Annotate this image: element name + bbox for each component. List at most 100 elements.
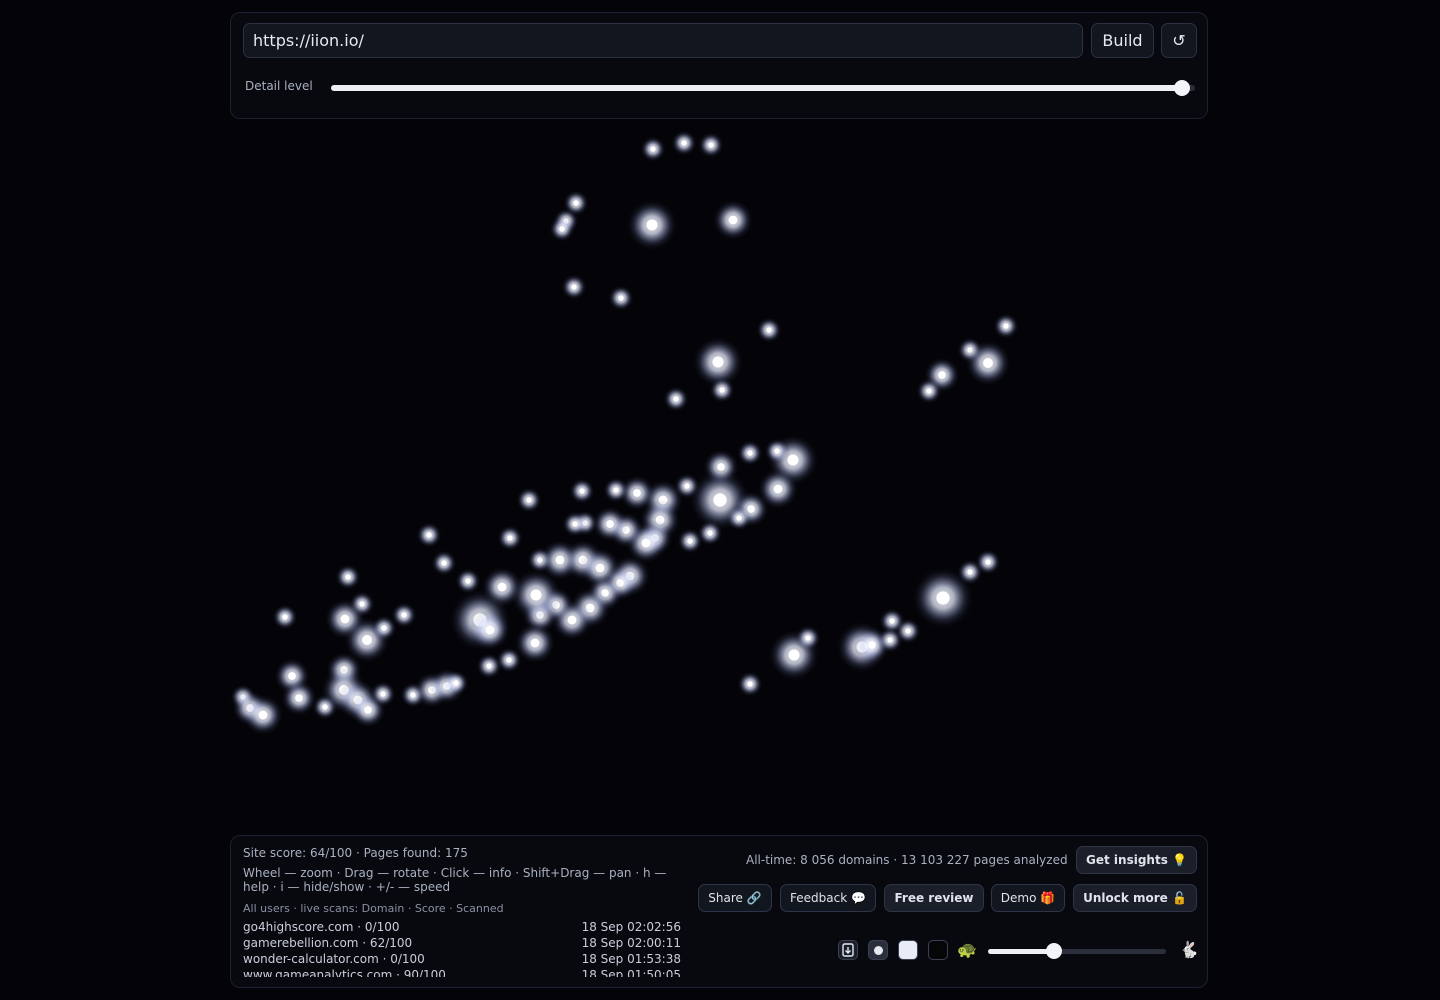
graph-node[interactable]	[469, 609, 511, 651]
download-icon	[842, 943, 854, 957]
graph-node[interactable]	[443, 670, 469, 696]
graph-node[interactable]	[562, 511, 588, 537]
graph-node[interactable]	[964, 339, 1012, 387]
feedback-button[interactable]: Feedback 💬	[780, 884, 876, 912]
graph-node-core	[708, 142, 714, 148]
scan-time: 18 Sep 01:50:05	[581, 968, 681, 977]
graph-node[interactable]	[497, 525, 523, 551]
graph-node[interactable]	[698, 132, 724, 158]
free-review-button[interactable]: Free review	[884, 884, 984, 912]
graph-node[interactable]	[335, 564, 361, 590]
live-scans-title: All users · live scans: Domain · Score ·…	[243, 902, 504, 915]
graph-node[interactable]	[756, 317, 782, 343]
graph-node[interactable]	[712, 199, 754, 241]
graph-node-core	[526, 497, 532, 503]
graph-node[interactable]	[726, 505, 752, 531]
scan-row[interactable]: www.gameanalytics.com · 90/100 18 Sep 01:…	[243, 967, 681, 977]
graph-node[interactable]	[416, 522, 442, 548]
share-button[interactable]: Share 🔗	[698, 884, 772, 912]
graph-node-core	[595, 563, 605, 573]
graph-node[interactable]	[569, 478, 595, 504]
graph-node[interactable]	[916, 378, 942, 404]
graph-node[interactable]	[603, 477, 629, 503]
graph-node[interactable]	[242, 694, 284, 736]
graph-node[interactable]	[663, 386, 689, 412]
graph-node-core	[345, 574, 351, 580]
graph-node-core	[1003, 323, 1009, 329]
graph-node-core	[747, 450, 753, 456]
graph-node[interactable]	[391, 602, 417, 628]
detail-level-slider[interactable]	[331, 80, 1195, 96]
graph-node-core	[712, 356, 724, 368]
graph-node-core	[453, 680, 459, 686]
url-input[interactable]	[243, 23, 1083, 58]
graph-node[interactable]	[431, 550, 457, 576]
graph-node[interactable]	[549, 216, 575, 242]
dot-style-toggle[interactable]	[868, 940, 888, 960]
graph-node-core	[983, 358, 993, 368]
graph-node[interactable]	[626, 199, 678, 251]
reset-button[interactable]: ↺	[1161, 23, 1197, 58]
graph-node-core	[571, 284, 577, 290]
bottom-panel: Site score: 64/100 · Pages found: 175 Wh…	[230, 835, 1208, 988]
graph-node[interactable]	[993, 313, 1019, 339]
light-theme-swatch[interactable]	[898, 940, 918, 960]
demo-button[interactable]: Demo 🎁	[991, 884, 1065, 912]
graph-node-core	[465, 578, 471, 584]
graph-node[interactable]	[709, 377, 735, 403]
graph-node-core	[530, 638, 540, 648]
graph-node-core	[507, 535, 513, 541]
scan-row[interactable]: go4highscore.com · 0/100 18 Sep 02:02:56	[243, 919, 681, 935]
graph-node-core	[606, 520, 614, 528]
graph-node[interactable]	[608, 285, 634, 311]
dark-theme-swatch[interactable]	[928, 940, 948, 960]
scan-row[interactable]: gamerebellion.com · 62/100 18 Sep 02:00:1…	[243, 935, 681, 951]
get-insights-button[interactable]: Get insights 💡	[1076, 846, 1197, 874]
graph-node[interactable]	[677, 528, 703, 554]
build-button[interactable]: Build	[1091, 23, 1154, 58]
graph-node-core	[426, 532, 432, 538]
scan-time: 18 Sep 02:02:56	[581, 920, 681, 934]
live-scans-list[interactable]: go4highscore.com · 0/100 18 Sep 02:02:56 …	[243, 919, 681, 977]
scan-time: 18 Sep 01:53:38	[581, 952, 681, 966]
graph-node[interactable]	[737, 671, 763, 697]
graph-node[interactable]	[671, 130, 697, 156]
detail-level-thumb[interactable]	[1174, 80, 1191, 96]
speed-fill	[988, 949, 1054, 954]
graph-node[interactable]	[561, 274, 587, 300]
unlock-more-button[interactable]: Unlock more 🔓	[1073, 884, 1197, 912]
graph-node-core	[486, 663, 492, 669]
graph-node-core	[288, 672, 296, 680]
graph-node-core	[719, 387, 725, 393]
graph-node-core	[713, 493, 727, 507]
graph-node-core	[572, 521, 578, 527]
turtle-icon: 🐢	[957, 940, 977, 959]
speed-thumb[interactable]	[1045, 943, 1062, 959]
graph-node[interactable]	[764, 438, 790, 464]
download-button[interactable]	[838, 940, 858, 960]
graph-node[interactable]	[640, 136, 666, 162]
speed-slider[interactable]	[988, 943, 1166, 959]
graph-node-core	[747, 681, 753, 687]
scan-row[interactable]: wonder-calculator.com · 0/100 18 Sep 01:5…	[243, 951, 681, 967]
graph-node[interactable]	[516, 487, 542, 513]
graph-node-core	[650, 146, 656, 152]
alltime-stats: All-time: 8 056 domains · 13 103 227 pag…	[746, 853, 1068, 867]
graph-node[interactable]	[795, 625, 821, 651]
graph-node[interactable]	[280, 679, 318, 717]
graph-node-core	[401, 612, 407, 618]
scan-domain: gamerebellion.com · 62/100	[243, 936, 413, 950]
graph-node[interactable]	[272, 604, 298, 630]
graph-node-core	[707, 530, 713, 536]
controls-help: Wheel — zoom · Drag — rotate · Click — i…	[243, 866, 667, 894]
graph-node-core	[985, 559, 991, 565]
graph-node[interactable]	[370, 681, 396, 707]
graph-node-core	[681, 140, 687, 146]
graph-node-core	[967, 569, 973, 575]
graph-node[interactable]	[737, 440, 763, 466]
graph-node[interactable]	[476, 653, 502, 679]
graph-node-core	[938, 371, 946, 379]
graph-node[interactable]	[895, 618, 921, 644]
graph-node[interactable]	[975, 549, 1001, 575]
graph-node-core	[889, 618, 895, 624]
